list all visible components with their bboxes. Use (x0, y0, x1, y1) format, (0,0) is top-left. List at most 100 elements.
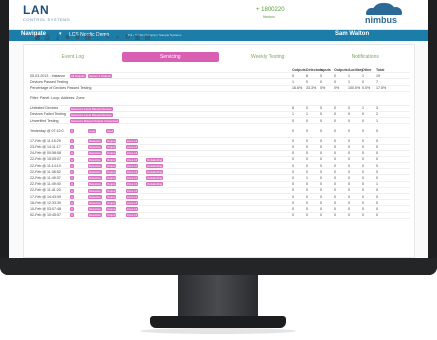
status-badge[interactable]: Zone 14 (126, 145, 139, 150)
status-badge[interactable]: Detection (88, 182, 102, 187)
column-header[interactable]: Outputs (334, 68, 348, 72)
grid-icon[interactable]: ▦ (34, 35, 41, 42)
status-badge[interactable]: Zone 14 (126, 200, 139, 205)
status-badge[interactable]: Output (106, 157, 117, 162)
tab-event-log[interactable]: Event Log (24, 52, 122, 62)
column-header[interactable]: Total (376, 68, 390, 72)
logo[interactable]: LAN (23, 3, 49, 17)
status-badge[interactable]: Detection (88, 188, 102, 193)
status-badge[interactable]: Zone 14 (126, 151, 139, 156)
refresh-icon[interactable]: ↻ (124, 35, 131, 42)
status-badge[interactable]: Zone 14 (126, 182, 139, 187)
tab-servicing[interactable]: Servicing (121, 52, 219, 62)
status-badge[interactable]: A (70, 151, 74, 156)
table-row[interactable]: 02-Feb @ 10:45:57 A Detection Output Zone 14… (30, 213, 410, 219)
status-badge[interactable]: Outstanding (146, 163, 164, 168)
column-header[interactable]: Other (362, 68, 376, 72)
table-row[interactable]: Percentage of Devices Passed Testing 16.6… (30, 86, 410, 92)
status-badge[interactable]: A (70, 170, 74, 175)
status-badge[interactable]: A (70, 176, 74, 181)
status-badge[interactable]: Output (106, 170, 117, 175)
status-badge[interactable]: Zone 14 (126, 207, 139, 212)
status-badge[interactable]: A (70, 145, 74, 150)
download-icon[interactable]: ⤓ (54, 35, 61, 42)
column-header[interactable]: Outputs (292, 68, 306, 72)
status-badge[interactable]: Zone 14 (126, 176, 139, 181)
status-badge[interactable]: A (70, 129, 74, 134)
status-badge[interactable]: A (70, 213, 74, 218)
status-badge[interactable]: Detection (88, 157, 102, 162)
status-badge[interactable]: Output (106, 145, 117, 150)
status-badge[interactable]: Zone 14 (126, 194, 139, 199)
status-badge[interactable]: A (70, 207, 74, 212)
status-badge[interactable]: Detection (88, 151, 102, 156)
column-header[interactable]: Auxiliary (348, 68, 363, 72)
table-cell: 0 (362, 169, 364, 174)
table-cell: 0 (362, 138, 364, 143)
settings-icon[interactable]: ⚙ (74, 35, 81, 42)
status-badge[interactable]: Output (106, 213, 117, 218)
status-badge[interactable]: Zone 14 (126, 157, 139, 162)
status-badge[interactable]: Detection (88, 176, 102, 181)
status-badge[interactable]: Sensor 1 Outputs (88, 73, 112, 78)
table-row[interactable]: Filter: Panel: Loop: Address: Zone: (30, 96, 410, 106)
tab-weekly-testing[interactable]: Weekly Testing (219, 52, 317, 62)
list-icon[interactable]: ≣ (64, 35, 71, 42)
status-badge[interactable]: Zone 14 (126, 139, 139, 144)
status-badge[interactable]: Loop (88, 129, 97, 134)
status-badge[interactable]: Output (106, 182, 117, 187)
column-header[interactable]: Inputs (320, 68, 334, 72)
table-row[interactable]: Yesterday @ 07:12:0 A Loop Input 0 0 0 0 0 0 0 (30, 128, 410, 139)
bar-chart-icon[interactable]: ▤ (144, 35, 151, 42)
table-row[interactable]: Unverified Testing Detectors Missed Outpu… (30, 118, 410, 125)
status-badge[interactable]: Outstanding (146, 182, 164, 187)
status-badge[interactable]: Outstanding (146, 157, 164, 162)
user-menu[interactable]: Sam Walton (335, 31, 369, 37)
status-badge[interactable]: A (70, 139, 74, 144)
print-icon[interactable]: ⎙ (44, 35, 51, 42)
status-badge[interactable]: Output (106, 151, 117, 156)
status-badge[interactable]: Detection (88, 163, 102, 168)
status-badge[interactable]: Output (106, 194, 117, 199)
status-badge[interactable]: Detection (88, 194, 102, 199)
status-badge[interactable]: A (70, 163, 74, 168)
table-cell: 0 (320, 188, 322, 193)
status-badge[interactable]: Output (106, 200, 117, 205)
status-badge[interactable]: Zone 14 (126, 188, 139, 193)
search-icon[interactable]: ⌕ (114, 35, 121, 42)
status-badge[interactable]: Output (106, 188, 117, 193)
status-badge[interactable]: Output (106, 176, 117, 181)
status-badge[interactable]: A (70, 200, 74, 205)
info-icon[interactable]: ⓘ (94, 35, 101, 42)
status-badge[interactable]: Zone 14 (126, 163, 139, 168)
chart-icon[interactable]: ▥ (134, 35, 141, 42)
status-badge[interactable]: A (70, 182, 74, 187)
link-icon[interactable]: ⛓ (84, 35, 92, 42)
status-badge[interactable]: Output (106, 163, 117, 168)
status-badge[interactable]: A (70, 157, 74, 162)
edit-icon[interactable]: ✎ (104, 35, 111, 42)
status-badge[interactable]: Detectors inputs Missed Devices (70, 106, 113, 111)
status-badge[interactable]: Zone 14 (126, 213, 139, 218)
status-badge[interactable]: All Outputs (70, 73, 86, 78)
table-cell: 0 (320, 151, 322, 156)
status-badge[interactable]: Output (106, 139, 117, 144)
status-badge[interactable]: Detection (88, 145, 102, 150)
tab-notifications[interactable]: Notifications (317, 52, 415, 62)
status-badge[interactable]: Output (106, 207, 117, 212)
status-badge[interactable]: Outstanding (146, 176, 164, 181)
status-badge[interactable]: A (70, 194, 74, 199)
status-badge[interactable]: Zone 14 (126, 170, 139, 175)
table-cell: 6 (292, 106, 294, 111)
column-header[interactable]: Detectors (306, 68, 323, 72)
status-badge[interactable]: Input (106, 129, 115, 134)
status-badge[interactable]: A (70, 188, 74, 193)
status-badge[interactable]: Detectors inputs Missed Devices (70, 112, 113, 117)
status-badge[interactable]: Detection (88, 207, 102, 212)
status-badge[interactable]: Outstanding (146, 170, 164, 175)
status-badge[interactable]: Detection (88, 170, 102, 175)
status-badge[interactable]: Detection (88, 200, 102, 205)
status-badge[interactable]: Detectors Missed Outputs Unresolved (70, 118, 120, 123)
status-badge[interactable]: Detection (88, 139, 102, 144)
status-badge[interactable]: Detection (88, 213, 102, 218)
